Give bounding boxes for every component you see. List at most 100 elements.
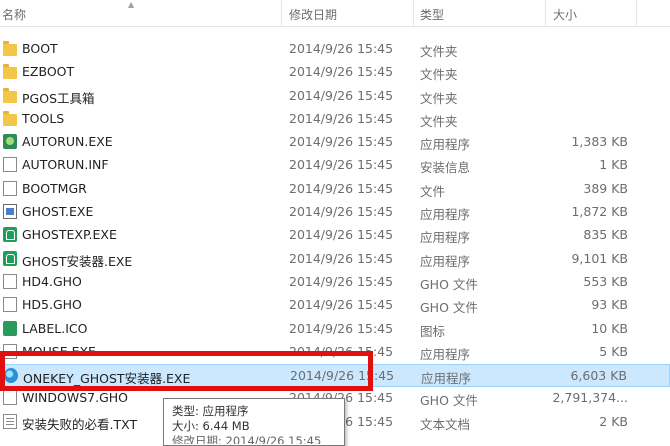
- file-size: 10 KB: [591, 320, 628, 336]
- file-icon: [3, 390, 17, 406]
- text-file-icon: [3, 413, 17, 429]
- tooltip-type: 类型: 应用程序: [172, 404, 249, 418]
- file-date: 2014/9/26 15:45: [289, 297, 394, 313]
- file-type: 文件夹: [420, 90, 458, 106]
- file-name[interactable]: WINDOWS7.GHO: [22, 390, 128, 405]
- file-name[interactable]: HD5.GHO: [22, 297, 82, 312]
- file-type: GHO 文件: [420, 300, 478, 316]
- file-type: 图标: [420, 323, 446, 339]
- file-type: 文件: [420, 183, 446, 199]
- table-row[interactable]: HD4.GHO 2014/9/26 15:45 GHO 文件 553 KB: [0, 271, 670, 294]
- file-size: 553 KB: [583, 273, 628, 289]
- file-size: 389 KB: [583, 180, 628, 196]
- file-size: 1,383 KB: [571, 134, 628, 150]
- tooltip-date: 修改日期: 2014/9/26 15:45: [172, 434, 322, 444]
- tooltip-size: 大小: 6.44 MB: [172, 419, 250, 433]
- file-date: 2014/9/26 15:45: [289, 227, 394, 243]
- file-date: 2014/9/26 15:45: [289, 180, 394, 196]
- column-divider[interactable]: [281, 0, 282, 26]
- file-type: 文件夹: [420, 113, 458, 129]
- app-window-icon: [3, 204, 17, 220]
- annotation-highlight-box: [0, 351, 373, 391]
- exe-icon: [3, 134, 17, 150]
- file-date: 2014/9/26 15:45: [289, 320, 394, 336]
- file-date: 2014/9/26 15:45: [289, 134, 394, 150]
- table-row[interactable]: BOOTMGR 2014/9/26 15:45 文件 389 KB: [0, 178, 670, 201]
- file-name[interactable]: EZBOOT: [22, 64, 74, 79]
- file-size: 2 KB: [599, 413, 628, 429]
- table-row[interactable]: TOOLS 2014/9/26 15:45 文件夹: [0, 108, 670, 131]
- file-name[interactable]: AUTORUN.EXE: [22, 134, 113, 149]
- table-row[interactable]: GHOST.EXE 2014/9/26 15:45 应用程序 1,872 KB: [0, 201, 670, 224]
- file-date: 2014/9/26 15:45: [289, 110, 394, 126]
- file-name[interactable]: GHOSTEXP.EXE: [22, 227, 117, 242]
- table-row[interactable]: BOOT 2014/9/26 15:45 文件夹: [0, 38, 670, 61]
- table-row[interactable]: EZBOOT 2014/9/26 15:45 文件夹: [0, 61, 670, 84]
- settings-file-icon: [3, 157, 17, 173]
- file-size: 9,101 KB: [571, 250, 628, 266]
- table-row[interactable]: AUTORUN.EXE 2014/9/26 15:45 应用程序 1,383 KB: [0, 131, 670, 154]
- column-divider[interactable]: [636, 0, 637, 26]
- file-name[interactable]: BOOT: [22, 41, 58, 56]
- file-name[interactable]: AUTORUN.INF: [22, 157, 109, 172]
- column-header-type[interactable]: 类型: [420, 6, 444, 23]
- file-name[interactable]: BOOTMGR: [22, 181, 87, 196]
- file-name[interactable]: TOOLS: [22, 111, 64, 126]
- table-row[interactable]: LABEL.ICO 2014/9/26 15:45 图标 10 KB: [0, 318, 670, 341]
- column-header-size[interactable]: 大小: [553, 6, 577, 23]
- file-type: 应用程序: [420, 207, 471, 223]
- ghost-explorer-icon: [3, 227, 17, 243]
- folder-icon: [3, 64, 17, 80]
- file-date: 2014/9/26 15:45: [289, 41, 394, 56]
- file-icon: [3, 273, 17, 289]
- file-type: GHO 文件: [420, 276, 478, 292]
- table-row[interactable]: GHOSTEXP.EXE 2014/9/26 15:45 应用程序 835 KB: [0, 224, 670, 247]
- ghost-installer-icon: [3, 250, 17, 266]
- folder-icon: [3, 110, 17, 126]
- file-date: 2014/9/26 15:45: [289, 250, 394, 266]
- table-row[interactable]: PGOS工具箱 2014/9/26 15:45 文件夹: [0, 85, 670, 108]
- file-size: 1 KB: [599, 157, 628, 173]
- file-name[interactable]: HD4.GHO: [22, 274, 82, 289]
- file-name[interactable]: GHOST.EXE: [22, 204, 93, 219]
- file-size: 2,791,374...: [552, 390, 628, 406]
- file-type: 应用程序: [420, 346, 471, 362]
- file-name[interactable]: PGOS工具箱: [22, 88, 95, 107]
- file-size: 93 KB: [591, 297, 628, 313]
- file-type: 应用程序: [420, 230, 471, 246]
- file-type: 安装信息: [420, 160, 471, 176]
- column-divider[interactable]: [545, 0, 546, 26]
- folder-icon: [3, 41, 17, 56]
- file-name[interactable]: 安装失败的必看.TXT: [22, 414, 137, 433]
- column-divider[interactable]: [413, 0, 414, 26]
- column-header-name[interactable]: 名称: [2, 6, 26, 23]
- file-type: 应用程序: [421, 371, 472, 387]
- file-type: 应用程序: [420, 253, 471, 269]
- file-type: 文本文档: [420, 416, 471, 432]
- file-icon: [3, 180, 17, 196]
- file-date: 2014/9/26 15:45: [289, 157, 394, 173]
- image-icon: [3, 320, 17, 336]
- file-date: 2014/9/26 15:45: [289, 273, 394, 289]
- file-date: 2014/9/26 15:45: [289, 87, 394, 103]
- column-header-bar: ▲ 名称 修改日期 类型 大小: [0, 0, 670, 27]
- table-row[interactable]: GHOST安装器.EXE 2014/9/26 15:45 应用程序 9,101 KB: [0, 248, 670, 271]
- file-date: 2014/9/26 15:45: [289, 64, 394, 80]
- folder-icon: [3, 87, 17, 103]
- file-type: 应用程序: [420, 137, 471, 153]
- file-date: 2014/9/26 15:45: [289, 204, 394, 220]
- file-tooltip: 类型: 应用程序 大小: 6.44 MB 修改日期: 2014/9/26 15:…: [163, 398, 345, 446]
- sort-up-icon[interactable]: ▲: [128, 0, 134, 9]
- file-type: 文件夹: [420, 44, 458, 59]
- column-header-date[interactable]: 修改日期: [289, 6, 337, 23]
- file-size: 5 KB: [599, 343, 628, 359]
- file-size: 835 KB: [583, 227, 628, 243]
- file-size: 1,872 KB: [571, 204, 628, 220]
- table-row[interactable]: AUTORUN.INF 2014/9/26 15:45 安装信息 1 KB: [0, 154, 670, 177]
- file-name[interactable]: LABEL.ICO: [22, 321, 87, 336]
- table-row[interactable]: HD5.GHO 2014/9/26 15:45 GHO 文件 93 KB: [0, 294, 670, 317]
- file-size: 6,603 KB: [570, 368, 627, 384]
- file-type: 文件夹: [420, 67, 458, 83]
- file-icon: [3, 297, 17, 313]
- file-name[interactable]: GHOST安装器.EXE: [22, 251, 132, 270]
